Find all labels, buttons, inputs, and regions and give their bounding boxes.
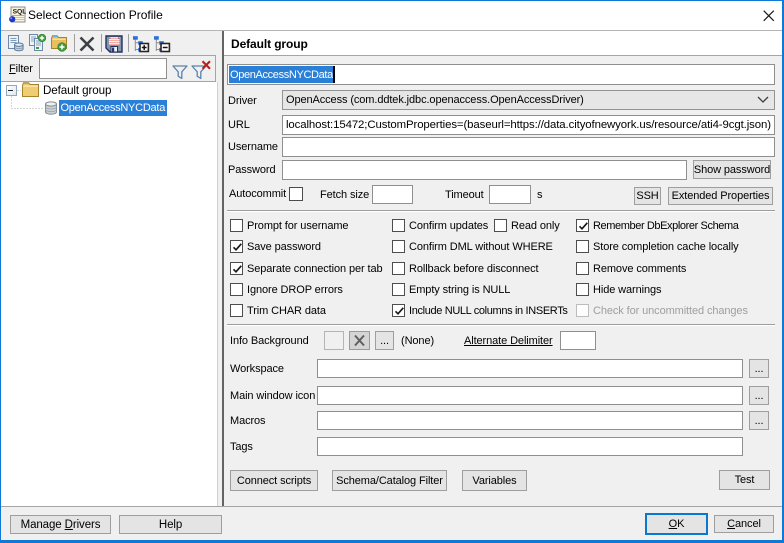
- svg-text:SQL: SQL: [13, 9, 26, 16]
